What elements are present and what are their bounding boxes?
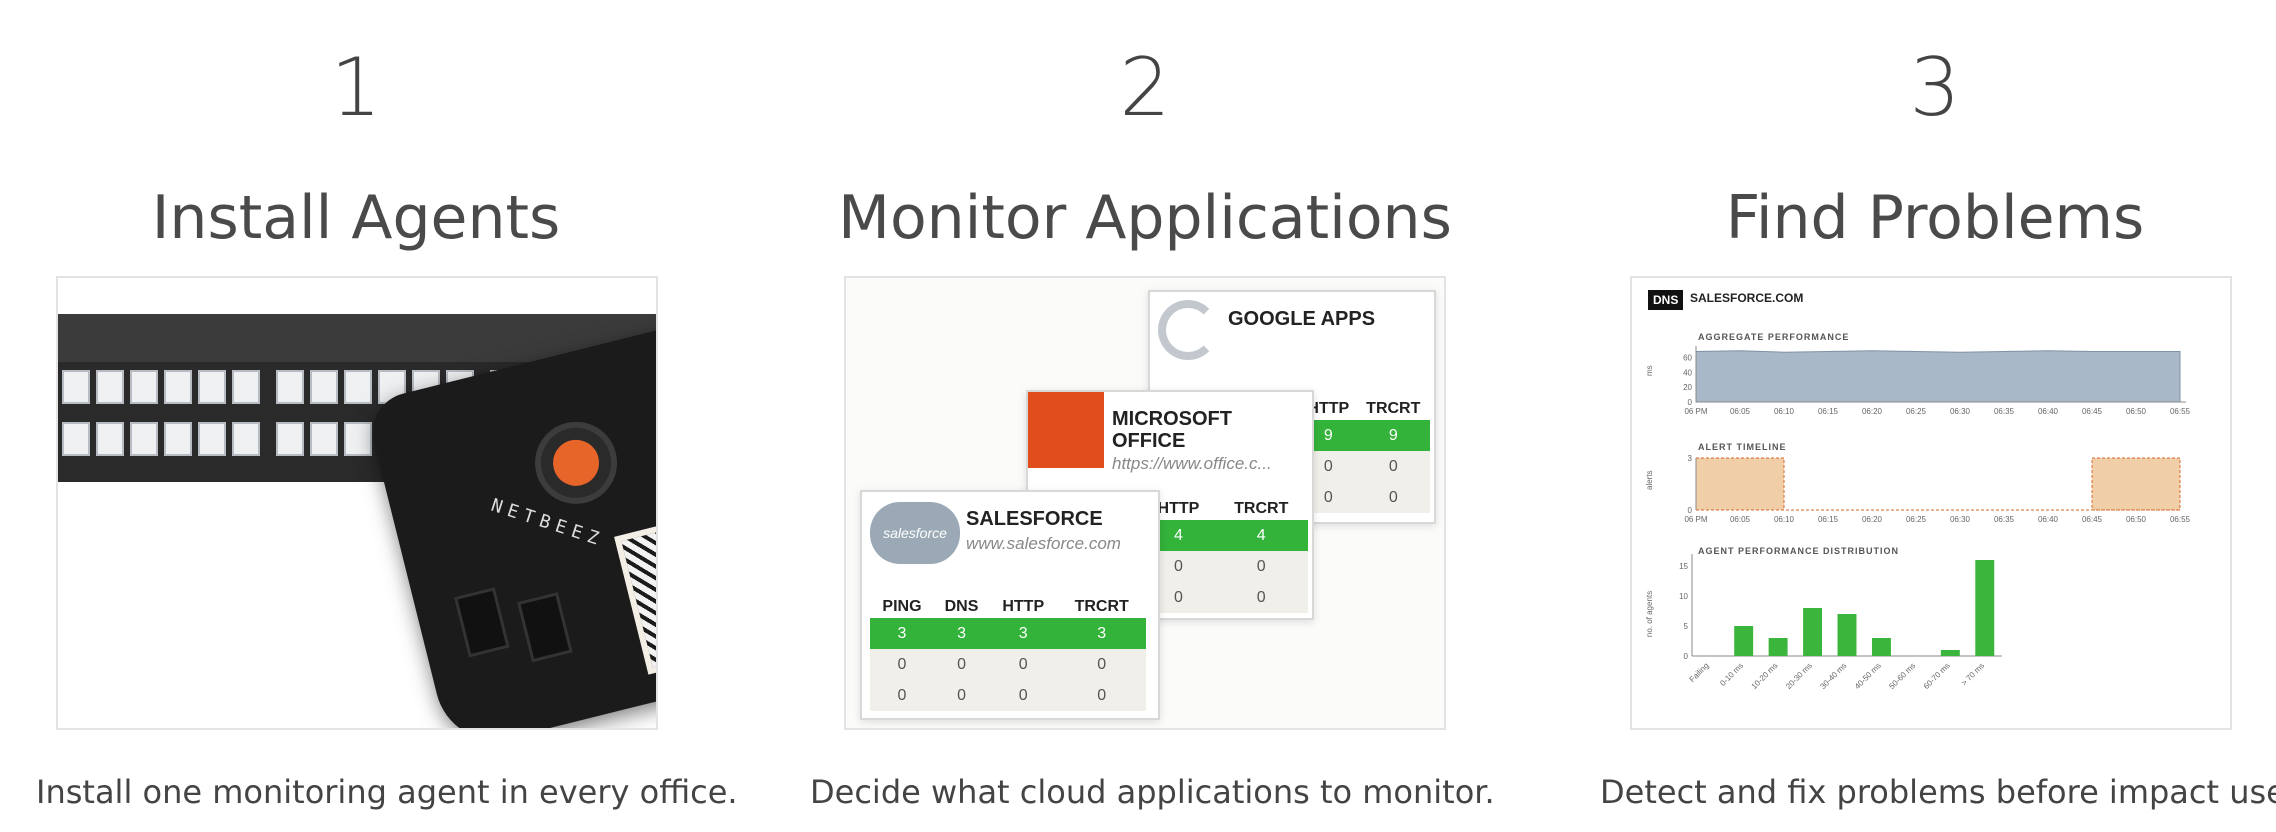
aggregate-y-tick: 0	[1688, 398, 1693, 407]
dist-bar	[1768, 638, 1788, 656]
dist-y-tick: 15	[1679, 562, 1688, 571]
dist-y-label: no. of agents	[1645, 591, 1654, 637]
alert-y-label: alerts	[1645, 470, 1654, 490]
dist-y-tick: 0	[1684, 652, 1689, 661]
aggregate-x-tick: 06:25	[1906, 407, 1927, 416]
aggregate-x-tick: 06:05	[1730, 407, 1751, 416]
dist-y-tick: 10	[1679, 592, 1688, 601]
dist-x-tick: 50-60 ms	[1887, 661, 1917, 691]
usb-port-icon	[517, 592, 573, 663]
step-description: Decide what cloud applications to monito…	[810, 773, 1495, 811]
step-number: 1	[330, 41, 382, 134]
dist-x-tick: 20-30 ms	[1784, 661, 1814, 691]
aggregate-y-tick: 40	[1683, 368, 1692, 377]
dist-x-tick: 30-40 ms	[1818, 661, 1848, 691]
step-install-agents: 1 Install Agents NETBEEZ Install one mon…	[36, 0, 738, 832]
step-title: Install Agents	[151, 183, 561, 253]
step-description: Install one monitoring agent in every of…	[36, 773, 738, 811]
step-description: Detect and fix problems before impact us…	[1600, 773, 2276, 811]
dist-x-tick: > 70 ms	[1960, 661, 1987, 688]
alert-block	[1695, 457, 1785, 511]
alert-x-tick: 06:05	[1730, 515, 1751, 524]
dist-x-tick: 10-20 ms	[1750, 661, 1780, 691]
aggregate-y-tick: 60	[1683, 353, 1692, 362]
dns-charts: 0 20 40 60 ms 06 PM 06:05 06:10 06:15 06:20 06:25 0…	[1645, 346, 2191, 691]
aggregate-x-tick: 06:55	[2170, 407, 2191, 416]
alert-x-tick: 06:50	[2126, 515, 2147, 524]
alert-y-tick: 3	[1688, 454, 1693, 463]
step-title: Find Problems	[1725, 183, 2145, 253]
alert-y-tick: 0	[1688, 506, 1693, 515]
device-brand: NETBEEZ	[488, 494, 607, 552]
app-name: GOOGLE APPS	[1228, 308, 1376, 330]
aggregate-area	[1695, 350, 2181, 403]
alert-x-tick: 06:40	[2038, 515, 2059, 524]
app-name: SALESFORCE	[966, 508, 1103, 530]
alert-x-tick: 06:55	[2170, 515, 2191, 524]
app-url: www.salesforce.com	[966, 534, 1121, 553]
office-logo-icon	[1028, 392, 1104, 468]
salesforce-logo-icon: salesforce	[870, 502, 960, 564]
aggregate-x-tick: 06:10	[1774, 407, 1795, 416]
qr-code-icon	[614, 509, 656, 675]
aggregate-x-tick: 06:50	[2126, 407, 2147, 416]
google-logo-icon	[1158, 300, 1218, 360]
alert-x-tick: 06:45	[2082, 515, 2103, 524]
aggregate-x-tick: 06:30	[1950, 407, 1971, 416]
step-number: 2	[1119, 41, 1171, 134]
google-results-table: HTTP TRCRT 99 00 00	[1300, 398, 1430, 513]
dist-bar	[1975, 560, 1995, 656]
dns-dashboard-image: DNS SALESFORCE.COM AGGREGATE PERFORMANCE…	[1630, 276, 2232, 730]
alert-x-tick: 06:35	[1994, 515, 2015, 524]
app-url: https://www.office.c...	[1112, 454, 1272, 473]
aggregate-y-tick: 20	[1683, 383, 1692, 392]
dist-x-tick: 40-50 ms	[1853, 661, 1883, 691]
aggregate-x-tick: 06:40	[2038, 407, 2059, 416]
aggregate-x-tick: 06:20	[1862, 407, 1883, 416]
dist-bar	[1837, 614, 1857, 656]
step-monitor-applications: 2 Monitor Applications GOOGLE APPS HTTP T…	[810, 0, 1495, 832]
dist-x-tick: 60-70 ms	[1922, 661, 1952, 691]
step-number: 3	[1909, 41, 1961, 134]
usb-port-icon	[453, 587, 510, 658]
aggregate-x-tick: 06:15	[1818, 407, 1839, 416]
netbeez-logo-icon	[526, 413, 626, 513]
app-cards-image: GOOGLE APPS HTTP TRCRT 99 00 00 MICROSOFT…	[844, 276, 1446, 730]
dist-bar	[1803, 608, 1823, 656]
dist-y-tick: 5	[1684, 622, 1689, 631]
agent-device-image: NETBEEZ	[56, 276, 658, 730]
app-name: MICROSOFT OFFICE	[1112, 408, 1232, 452]
alert-x-tick: 06:30	[1950, 515, 1971, 524]
dist-bar	[1940, 650, 1960, 656]
alert-block	[2091, 457, 2181, 511]
alert-x-tick: 06:15	[1818, 515, 1839, 524]
dist-bar	[1734, 626, 1754, 656]
alert-x-tick: 06 PM	[1684, 515, 1707, 524]
dist-x-tick: Failing	[1688, 661, 1711, 684]
aggregate-y-label: ms	[1645, 365, 1654, 376]
dist-x-tick: 0-10 ms	[1718, 661, 1745, 688]
step-title: Monitor Applications	[838, 183, 1452, 253]
alert-x-tick: 06:25	[1906, 515, 1927, 524]
aggregate-x-tick: 06:35	[1994, 407, 2015, 416]
aggregate-x-tick: 06:45	[2082, 407, 2103, 416]
salesforce-results-table: PING DNS HTTP TRCRT 3333 0000 0000	[870, 596, 1146, 711]
salesforce-card: salesforce SALESFORCE www.salesforce.com…	[860, 490, 1160, 720]
alert-x-tick: 06:10	[1774, 515, 1795, 524]
aggregate-x-tick: 06 PM	[1684, 407, 1707, 416]
dist-bar	[1871, 638, 1891, 656]
alert-x-tick: 06:20	[1862, 515, 1883, 524]
step-find-problems: 3 Find Problems DNS SALESFORCE.COM AGGRE…	[1600, 0, 2276, 832]
